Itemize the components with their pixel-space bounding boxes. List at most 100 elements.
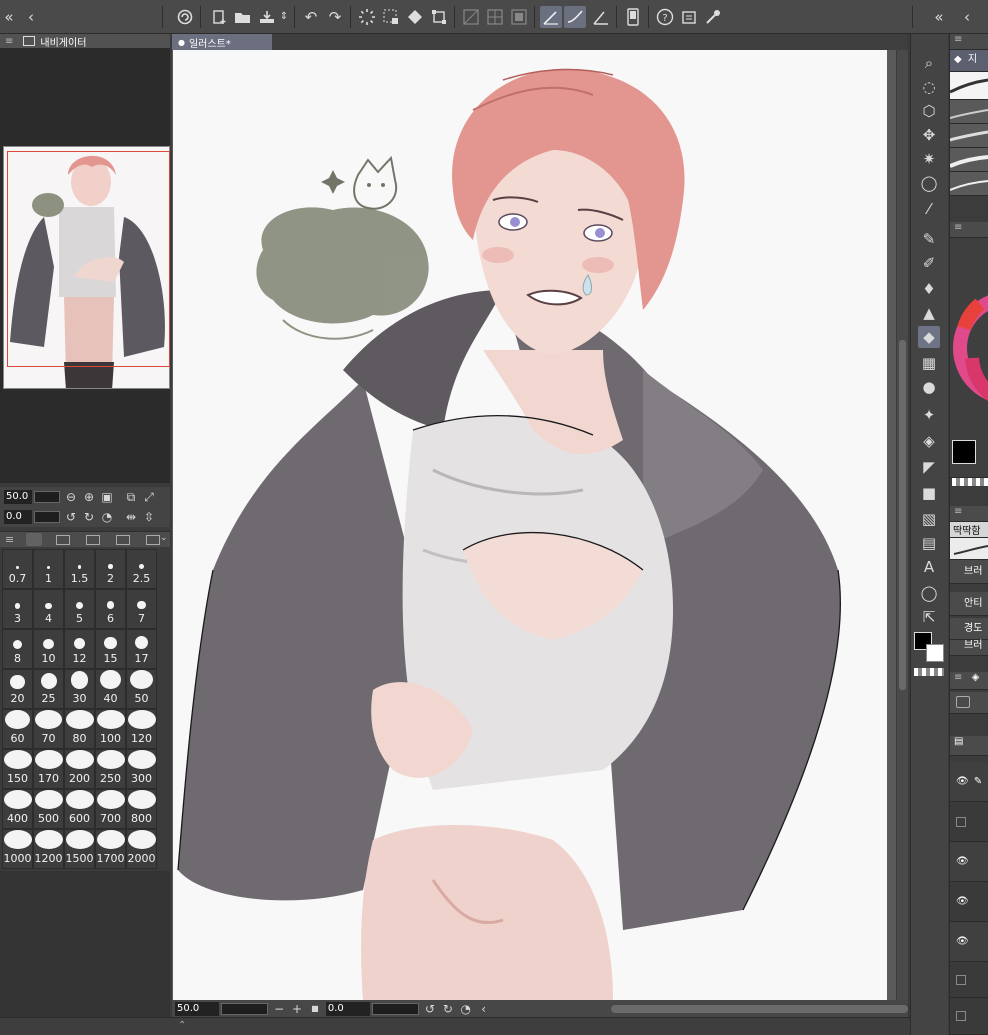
- layer-tools-row[interactable]: ▤: [950, 736, 988, 756]
- rotate-slider[interactable]: [34, 511, 60, 523]
- brush-size-cell[interactable]: 10: [33, 629, 64, 669]
- fill-tool-icon[interactable]: ◈: [918, 430, 940, 452]
- layer-row-5[interactable]: 👁: [950, 922, 988, 962]
- zoom-slider[interactable]: [34, 491, 60, 503]
- canvas-reset-rotation-icon[interactable]: ◔: [459, 1002, 473, 1016]
- brush-preview-2[interactable]: [949, 100, 988, 124]
- brush-size-cell[interactable]: 700: [95, 789, 126, 829]
- panel-dropdown-icon[interactable]: ⌄: [160, 533, 168, 543]
- airbrush-tool-icon[interactable]: ▲: [918, 302, 940, 324]
- eyedropper-tool-icon[interactable]: ⁄: [918, 198, 940, 220]
- canvas-horizontal-scrollbar[interactable]: [610, 1004, 908, 1013]
- brush-size-cell[interactable]: 200: [64, 749, 95, 789]
- brush-size-cell[interactable]: 2: [95, 549, 126, 589]
- redo-icon[interactable]: ↷: [324, 6, 346, 28]
- fit-window-icon[interactable]: ⤢: [142, 490, 156, 504]
- brush-size-cell[interactable]: 600: [64, 789, 95, 829]
- brush-size-cell[interactable]: 17: [126, 629, 157, 669]
- brush-size-tab-icon[interactable]: [26, 533, 42, 546]
- setting-brush-size[interactable]: 브러: [950, 560, 988, 584]
- ruler-tool-icon[interactable]: ▤: [918, 532, 940, 554]
- brush-size-cell[interactable]: 800: [126, 789, 157, 829]
- pen-tool-icon[interactable]: ✎: [918, 228, 940, 250]
- brush-size-cell[interactable]: 50: [126, 669, 157, 709]
- transparent-color-icon[interactable]: [914, 668, 944, 676]
- sub-tool-tab-icon[interactable]: [56, 535, 70, 545]
- canvas-rotate-right-icon[interactable]: ↻: [441, 1002, 455, 1016]
- move-tool-icon[interactable]: ✥: [918, 124, 940, 146]
- panel-menu-icon[interactable]: ≡: [954, 34, 962, 45]
- layer-visibility-off-icon[interactable]: [956, 975, 966, 985]
- layer-stack-icon[interactable]: ◈: [972, 672, 980, 683]
- zoom-input[interactable]: 50.0: [4, 490, 32, 504]
- rotate-right-icon[interactable]: ↻: [82, 510, 96, 524]
- brush-size-cell[interactable]: 0.7: [2, 549, 33, 589]
- layer-visibility-icon[interactable]: 👁: [956, 776, 969, 787]
- sparkle-tool-icon[interactable]: ✦: [918, 404, 940, 426]
- layer-row-1[interactable]: 👁 ✎: [950, 762, 988, 802]
- panel-menu-icon[interactable]: ≡: [954, 672, 962, 683]
- lasso-tool-icon[interactable]: ◯: [918, 172, 940, 194]
- open-folder-icon[interactable]: [232, 6, 254, 28]
- snap-special-ruler-icon[interactable]: [564, 6, 586, 28]
- brush-size-cell[interactable]: 1500: [64, 829, 95, 869]
- navigator-view-frame[interactable]: [7, 151, 170, 367]
- brush-size-cell[interactable]: 15: [95, 629, 126, 669]
- brush-size-cell[interactable]: 170: [33, 749, 64, 789]
- brush-preview-1[interactable]: [949, 72, 988, 100]
- canvas-fit-icon[interactable]: ■: [308, 1002, 322, 1016]
- panel-menu-icon[interactable]: ≡: [5, 533, 14, 546]
- canvas-rotate-input[interactable]: 0.0: [325, 1001, 370, 1016]
- brush-size-cell[interactable]: 1700: [95, 829, 126, 869]
- canvas-zoom-slider[interactable]: [220, 1002, 269, 1015]
- scrollbar-thumb[interactable]: [899, 340, 906, 690]
- layer-list-icon[interactable]: ▤: [954, 736, 963, 747]
- blend-mode-icon[interactable]: [956, 696, 970, 708]
- sub-tool-item-active[interactable]: ◆ 지: [950, 50, 988, 72]
- brush-size-cell[interactable]: 250: [95, 749, 126, 789]
- move-layer-tool-icon[interactable]: ◌: [918, 76, 940, 98]
- brush-size-cell[interactable]: 120: [126, 709, 157, 749]
- brush-preview-4[interactable]: [949, 148, 988, 172]
- setting-brush-more[interactable]: 브러: [950, 640, 988, 656]
- brush-size-cell[interactable]: 1000: [2, 829, 33, 869]
- layer-row-4[interactable]: 👁: [950, 882, 988, 922]
- brush-size-cell[interactable]: 5: [64, 589, 95, 629]
- frame-tool-icon[interactable]: ▧: [918, 508, 940, 530]
- brush-size-cell[interactable]: 6: [95, 589, 126, 629]
- eyedropper-icon[interactable]: [702, 6, 724, 28]
- figure-tool-icon[interactable]: ■: [918, 482, 940, 504]
- collapse-panel-icon[interactable]: «: [2, 6, 16, 28]
- brush-preview-3[interactable]: [949, 124, 988, 148]
- brush-size-cell[interactable]: 4: [33, 589, 64, 629]
- panel-menu-icon[interactable]: ≡: [954, 506, 962, 517]
- back-right-icon[interactable]: ‹: [960, 6, 974, 28]
- zoom-out-icon[interactable]: ⊖: [64, 490, 78, 504]
- settings-icon[interactable]: [678, 6, 700, 28]
- layer-visibility-icon[interactable]: 👁: [956, 936, 969, 947]
- auto-select-tool-icon[interactable]: ✷: [918, 148, 940, 170]
- brush-size-cell[interactable]: 3: [2, 589, 33, 629]
- canvas-scroll-left-icon[interactable]: ‹: [477, 1002, 491, 1016]
- ruler-snap-icon[interactable]: [460, 6, 482, 28]
- canvas-zoom-in-icon[interactable]: +: [290, 1002, 304, 1016]
- brush-size-cell[interactable]: 1.5: [64, 549, 95, 589]
- brush-size-cell[interactable]: 60: [2, 709, 33, 749]
- clip-studio-icon[interactable]: [174, 6, 196, 28]
- tool-property-tab-icon[interactable]: [86, 535, 100, 545]
- blend-tool-icon[interactable]: ●: [918, 376, 940, 398]
- reset-rotation-icon[interactable]: ◔: [100, 510, 114, 524]
- correct-line-tool-icon[interactable]: ⇱: [918, 606, 940, 628]
- layer-visibility-off-icon[interactable]: [956, 1011, 966, 1021]
- brush-size-cell[interactable]: 150: [2, 749, 33, 789]
- brush-size-cell[interactable]: 300: [126, 749, 157, 789]
- brush-size-cell[interactable]: 100: [95, 709, 126, 749]
- canvas-icon[interactable]: [508, 6, 530, 28]
- brush-tab-icon[interactable]: [116, 535, 130, 545]
- pencil-tool-icon[interactable]: ✐: [918, 252, 940, 274]
- rotate-input[interactable]: 0.0: [4, 510, 32, 524]
- zoom-in-icon[interactable]: ⊕: [82, 490, 96, 504]
- layer-row-3[interactable]: 👁: [950, 842, 988, 882]
- color-main-swatch[interactable]: [952, 440, 976, 464]
- layer-blend-row[interactable]: [950, 692, 988, 714]
